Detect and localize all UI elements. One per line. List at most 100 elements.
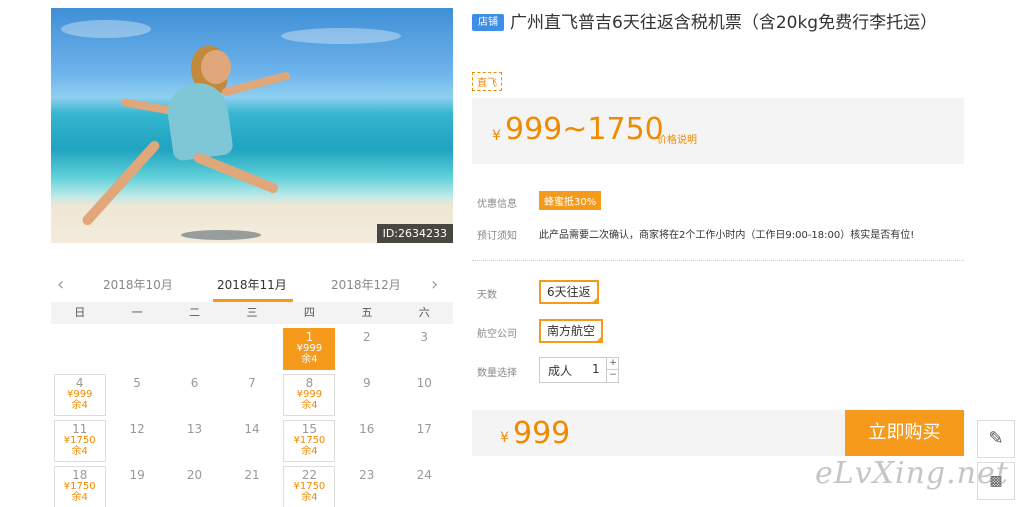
calendar-day-box: 1 ¥999 余4	[283, 328, 336, 370]
calendar-day-box	[111, 328, 163, 370]
calendar-day-number: 2	[362, 330, 371, 344]
chevron-right-icon[interactable]: ›	[431, 274, 438, 295]
product-photo[interactable]: ID:2634233	[51, 8, 453, 243]
chevron-left-icon[interactable]: ‹	[57, 274, 64, 295]
direct-flight-tag: 直飞	[472, 72, 502, 91]
booking-notice: 此产品需要二次确认，商家将在2个工作小时内（工作日9:00-18:00）核实是否…	[539, 230, 915, 241]
calendar-day-price: ¥999	[66, 389, 93, 400]
calendar-day-number: 3	[420, 330, 429, 344]
calendar-day-box	[169, 328, 221, 370]
calendar-day	[223, 326, 280, 372]
airline-label: 航空公司	[477, 329, 517, 340]
calendar-day-box: 3	[398, 328, 450, 370]
month-tab-current[interactable]: 2018年11月	[217, 276, 287, 293]
total-price: 999	[513, 416, 571, 451]
quantity-label: 数量选择	[477, 368, 517, 379]
calendar-day: 5	[108, 372, 165, 418]
calendar-day-number: 15	[301, 422, 318, 436]
calendar-day-box	[54, 328, 106, 370]
promo-label: 优惠信息	[477, 199, 517, 210]
calendar-day-number: 6	[190, 376, 199, 390]
quantity-plus-button[interactable]: +	[606, 358, 619, 370]
calendar-day: 19	[108, 464, 165, 507]
calendar-day-remaining: 余4	[301, 492, 318, 503]
month-tab-next[interactable]: 2018年12月	[331, 276, 401, 293]
airline-option[interactable]: 南方航空	[539, 319, 604, 343]
calendar-day-available[interactable]: 22 ¥1750 余4	[281, 464, 338, 507]
shadow-decoration	[181, 230, 261, 240]
calendar-day-number: 19	[129, 468, 145, 482]
calendar-day-remaining: 余4	[301, 400, 318, 411]
calendar-day-box: 7	[226, 374, 278, 416]
product-title-block: 店铺 广州直飞普吉6天往返含税机票（含20kg免费行李托运）	[472, 10, 962, 37]
calendar-day-price: ¥999	[296, 389, 323, 400]
calendar-day-remaining: 余4	[71, 446, 88, 457]
girl-head	[201, 50, 231, 84]
calendar-day-box: 22 ¥1750 余4	[283, 466, 336, 507]
photo-id-badge: ID:2634233	[376, 224, 453, 243]
calendar-day-box: 23	[341, 466, 393, 507]
calendar-day-available[interactable]: 1 ¥999 余4	[281, 326, 338, 372]
calendar-day-box: 10	[398, 374, 450, 416]
calendar-day-number: 23	[359, 468, 375, 482]
calendar-day: 13	[166, 418, 223, 464]
calendar-day-box	[226, 328, 278, 370]
calendar-day-box: 16	[341, 420, 393, 462]
calendar-day-price: ¥1750	[63, 435, 96, 446]
pencil-icon[interactable]: ✎	[977, 420, 1015, 458]
calendar-day-box: 18 ¥1750 余4	[53, 466, 106, 507]
calendar-day: 10	[396, 372, 453, 418]
calendar-day-number: 8	[305, 376, 314, 390]
days-option[interactable]: 6天往返	[539, 280, 599, 304]
calendar-day-available[interactable]: 18 ¥1750 余4	[51, 464, 108, 507]
calendar-day-box: 11 ¥1750 余4	[53, 420, 106, 462]
month-tab-prev[interactable]: 2018年10月	[103, 276, 173, 293]
calendar-week-row: 4 ¥999 余4 5 6 7 8 ¥999 余4 9 10	[51, 372, 453, 418]
calendar-day: 12	[108, 418, 165, 464]
calendar-day-number: 5	[133, 376, 141, 390]
calendar-day-number: 18	[72, 468, 88, 482]
calendar-day-box: 21	[226, 466, 278, 507]
buy-now-button[interactable]: 立即购买	[845, 410, 964, 456]
calendar-day-number: 24	[416, 468, 432, 482]
quantity-minus-button[interactable]: −	[606, 370, 619, 382]
calendar-day-box: 9	[341, 374, 393, 416]
calendar-grid: 1 ¥999 余4 2 3 4 ¥999 余4 5 6 7 8 ¥999 余4 9 10 11 ¥1750 余4 12…	[51, 326, 453, 507]
calendar-day-box: 13	[169, 420, 221, 462]
quantity-value[interactable]: 1	[592, 362, 600, 376]
weekday-label: 六	[418, 306, 430, 319]
calendar-day: 23	[338, 464, 395, 507]
calendar-day-box: 20	[169, 466, 221, 507]
calendar-day	[51, 326, 108, 372]
weekday-label: 四	[303, 306, 315, 319]
calendar-day-box: 15 ¥1750 余4	[283, 420, 336, 462]
calendar-day: 20	[166, 464, 223, 507]
calendar-day-number: 9	[362, 376, 371, 390]
calendar-day-number: 7	[248, 376, 256, 390]
calendar-day-available[interactable]: 11 ¥1750 余4	[51, 418, 108, 464]
calendar-day-number: 20	[186, 468, 203, 482]
calendar-week-row: 1 ¥999 余4 2 3	[51, 326, 453, 372]
price-range: 999~1750	[505, 112, 664, 147]
calendar-day: 7	[223, 372, 280, 418]
calendar-day-available[interactable]: 8 ¥999 余4	[281, 372, 338, 418]
weekday-label: 日	[74, 306, 86, 319]
girl-arm	[221, 71, 291, 97]
total-currency: ¥	[500, 430, 509, 446]
calendar-day	[108, 326, 165, 372]
price-explain-link[interactable]: 价格说明	[657, 131, 697, 146]
calendar-day-box: 8 ¥999 余4	[283, 374, 336, 416]
promo-tag: 蜂蜜抵30%	[539, 191, 602, 210]
calendar-day-available[interactable]: 4 ¥999 余4	[51, 372, 108, 418]
calendar-day-number: 17	[416, 422, 432, 436]
calendar-day	[166, 326, 223, 372]
calendar-day-number: 22	[301, 468, 318, 482]
calendar-day: 6	[166, 372, 223, 418]
shop-tag: 店铺	[472, 14, 504, 31]
calendar-day-price: ¥1750	[293, 435, 326, 446]
calendar-day: 17	[396, 418, 453, 464]
calendar-day-available[interactable]: 15 ¥1750 余4	[281, 418, 338, 464]
calendar-day-number: 1	[305, 330, 314, 344]
calendar-day: 2	[338, 326, 395, 372]
price-box: ¥ 999~1750 价格说明	[472, 98, 964, 164]
